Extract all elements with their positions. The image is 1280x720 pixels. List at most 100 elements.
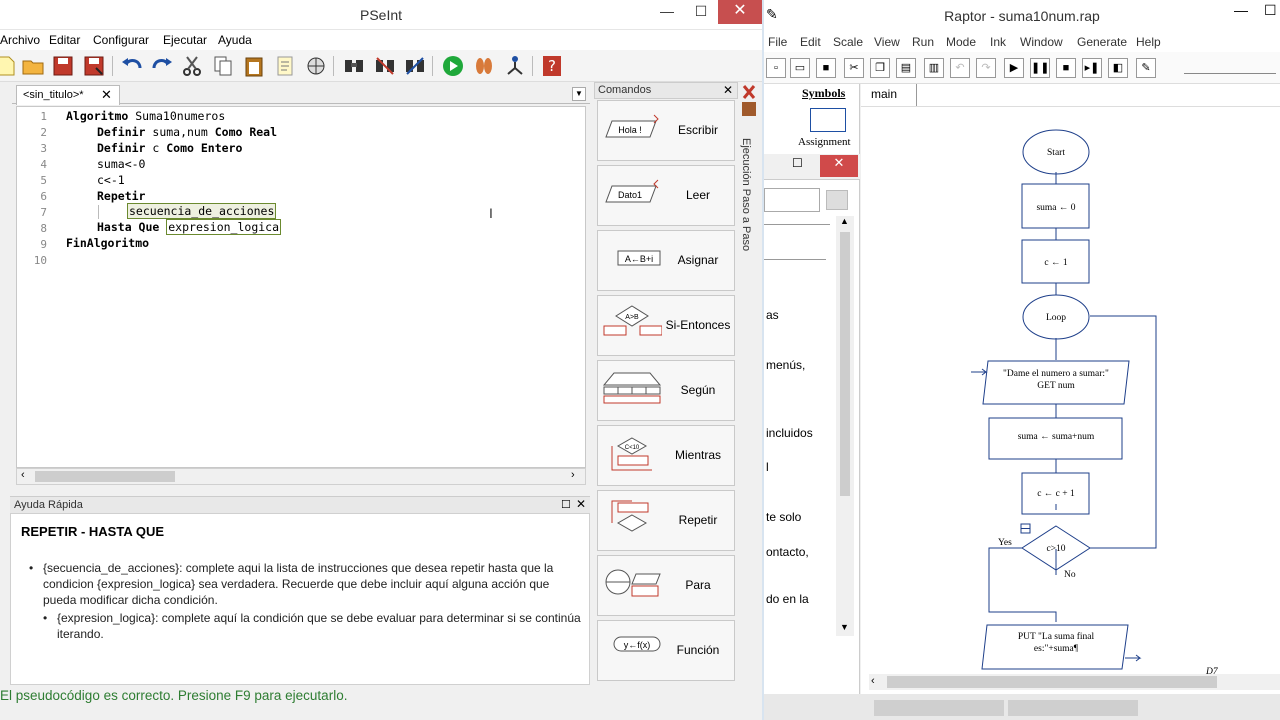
editor-tab[interactable]: <sin_titulo>* ✕	[16, 85, 120, 105]
help-icon[interactable]: ?	[540, 54, 564, 78]
maximize-icon[interactable]: ☐	[792, 156, 803, 170]
placeholder-expresion[interactable]: expresion_logica	[166, 219, 282, 235]
search-icon[interactable]	[826, 190, 848, 210]
flowchart-horizontal-scrollbar[interactable]: ‹	[869, 674, 1280, 690]
command-para[interactable]: Para	[597, 555, 735, 616]
open-folder-icon[interactable]: ▭	[790, 58, 810, 78]
command-escribir[interactable]: Hola ! Escribir	[597, 100, 735, 161]
paste-icon[interactable]: ▤	[896, 58, 916, 78]
menu-run[interactable]: Run	[912, 35, 934, 49]
speed-slider[interactable]	[1184, 62, 1276, 74]
paste-icon[interactable]	[242, 54, 266, 78]
code-line-8[interactable]: Hasta Que expresion_logica	[97, 219, 282, 235]
pseint-close-button[interactable]: ✕	[718, 0, 762, 24]
menu-archivo[interactable]: Archivo	[0, 33, 40, 47]
code-line-7[interactable]: secuencia_de_acciones	[127, 203, 277, 219]
scrollbar-thumb[interactable]	[840, 232, 850, 496]
menu-scale[interactable]: Scale	[833, 35, 863, 49]
maximize-icon[interactable]: ☐	[561, 498, 571, 511]
code-line-2[interactable]: Definir suma,num Como Real	[97, 125, 277, 139]
assignment-label: Assignment	[798, 136, 851, 148]
menu-generate[interactable]: Generate	[1077, 35, 1127, 49]
menu-help[interactable]: Help	[1136, 35, 1161, 49]
run-icon[interactable]	[441, 54, 465, 78]
raptor-flowchart-area[interactable]: main Start suma ← 0 c ← 1 Loop "Dame el …	[861, 84, 1280, 694]
menu-ejecutar[interactable]: Ejecutar	[163, 33, 207, 47]
find-icon[interactable]	[342, 54, 366, 78]
command-asignar[interactable]: A←B+i Asignar	[597, 230, 735, 291]
save-icon[interactable]: ■	[816, 58, 836, 78]
placeholder-secuencia[interactable]: secuencia_de_acciones	[127, 203, 277, 219]
chevron-down-icon[interactable]: ▼	[572, 87, 586, 101]
step-icon[interactable]: ▸❚	[1082, 58, 1102, 78]
code-line-1[interactable]: Algoritmo Suma10numeros	[66, 109, 225, 123]
scroll-up-icon[interactable]: ▲	[840, 216, 849, 226]
assignment-symbol[interactable]	[810, 108, 846, 132]
play-icon[interactable]: ▶	[1004, 58, 1024, 78]
redo-icon[interactable]	[150, 54, 174, 78]
copy-icon[interactable]	[211, 54, 235, 78]
command-segun[interactable]: Según	[597, 360, 735, 421]
menu-window[interactable]: Window	[1020, 35, 1063, 49]
cut-icon[interactable]	[180, 54, 204, 78]
code-editor[interactable]: 1 2 3 4 5 6 7 8 9 10 Algoritmo Suma10num…	[16, 106, 586, 468]
menu-file[interactable]: File	[768, 35, 787, 49]
new-file-icon[interactable]	[0, 54, 18, 78]
stop-icon[interactable]: ■	[1056, 58, 1076, 78]
close-icon[interactable]: ✕	[723, 83, 733, 97]
pseint-minimize-button[interactable]: —	[650, 0, 684, 24]
test-icon[interactable]: ◧	[1108, 58, 1128, 78]
close-tab-icon[interactable]: ✕	[101, 87, 112, 103]
menu-ink[interactable]: Ink	[990, 35, 1006, 49]
menu-configurar[interactable]: Configurar	[93, 33, 149, 47]
code-line-9[interactable]: FinAlgoritmo	[66, 236, 149, 250]
scroll-right-icon[interactable]: ›	[571, 469, 575, 481]
scrollbar-thumb[interactable]	[35, 471, 175, 482]
raptor-maximize-button[interactable]: ☐	[1264, 2, 1277, 19]
code-line-4[interactable]: suma<-0	[97, 157, 145, 171]
pseint-maximize-button[interactable]: ☐	[684, 0, 718, 24]
command-leer[interactable]: Dato1 Leer	[597, 165, 735, 226]
indent-icon[interactable]	[403, 54, 427, 78]
command-mientras[interactable]: C<10 Mientras	[597, 425, 735, 486]
menu-view[interactable]: View	[874, 35, 900, 49]
undo-icon[interactable]: ↶	[950, 58, 970, 78]
debug-icon[interactable]	[304, 54, 328, 78]
close-icon[interactable]: ✕	[820, 155, 858, 177]
find-replace-icon[interactable]	[373, 54, 397, 78]
pen-icon[interactable]: ✎	[1136, 58, 1156, 78]
code-line-5[interactable]: c<-1	[97, 173, 125, 187]
menu-edit[interactable]: Edit	[800, 35, 821, 49]
cut-icon[interactable]: ✂	[844, 58, 864, 78]
copy-icon[interactable]: ❐	[870, 58, 890, 78]
command-si-entonces[interactable]: A>B Si-Entonces	[597, 295, 735, 356]
flowchart-icon[interactable]	[503, 54, 527, 78]
save-as-icon[interactable]	[82, 54, 106, 78]
scroll-left-icon[interactable]: ‹	[21, 469, 25, 481]
new-file-icon[interactable]: ▫	[766, 58, 786, 78]
scroll-left-icon[interactable]: ‹	[871, 675, 875, 687]
undo-icon[interactable]	[120, 54, 144, 78]
code-line-3[interactable]: Definir c Como Entero	[97, 141, 242, 155]
pause-icon[interactable]: ❚❚	[1030, 58, 1050, 78]
step-icon[interactable]	[472, 54, 496, 78]
scrollbar-thumb[interactable]	[887, 676, 1217, 688]
command-funcion[interactable]: y←f(x) Función	[597, 620, 735, 681]
step-by-step-sidebar[interactable]: Ejecución Paso a Paso	[738, 82, 760, 522]
menu-ayuda[interactable]: Ayuda	[218, 33, 252, 47]
editor-horizontal-scrollbar[interactable]: ‹ ›	[16, 468, 586, 485]
scroll-down-icon[interactable]: ▼	[840, 622, 849, 632]
vertical-scrollbar[interactable]: ▲ ▼	[836, 216, 854, 636]
comment-icon[interactable]	[273, 54, 297, 78]
print-icon[interactable]: ▥	[924, 58, 944, 78]
menu-editar[interactable]: Editar	[49, 33, 80, 47]
search-input[interactable]	[764, 188, 820, 212]
command-repetir[interactable]: Repetir	[597, 490, 735, 551]
redo-icon[interactable]: ↷	[976, 58, 996, 78]
save-icon[interactable]	[51, 54, 75, 78]
menu-mode[interactable]: Mode	[946, 35, 976, 49]
code-line-6[interactable]: Repetir	[97, 189, 145, 203]
close-icon[interactable]: ✕	[576, 497, 586, 511]
open-folder-icon[interactable]	[21, 54, 45, 78]
raptor-minimize-button[interactable]: —	[1234, 2, 1248, 18]
